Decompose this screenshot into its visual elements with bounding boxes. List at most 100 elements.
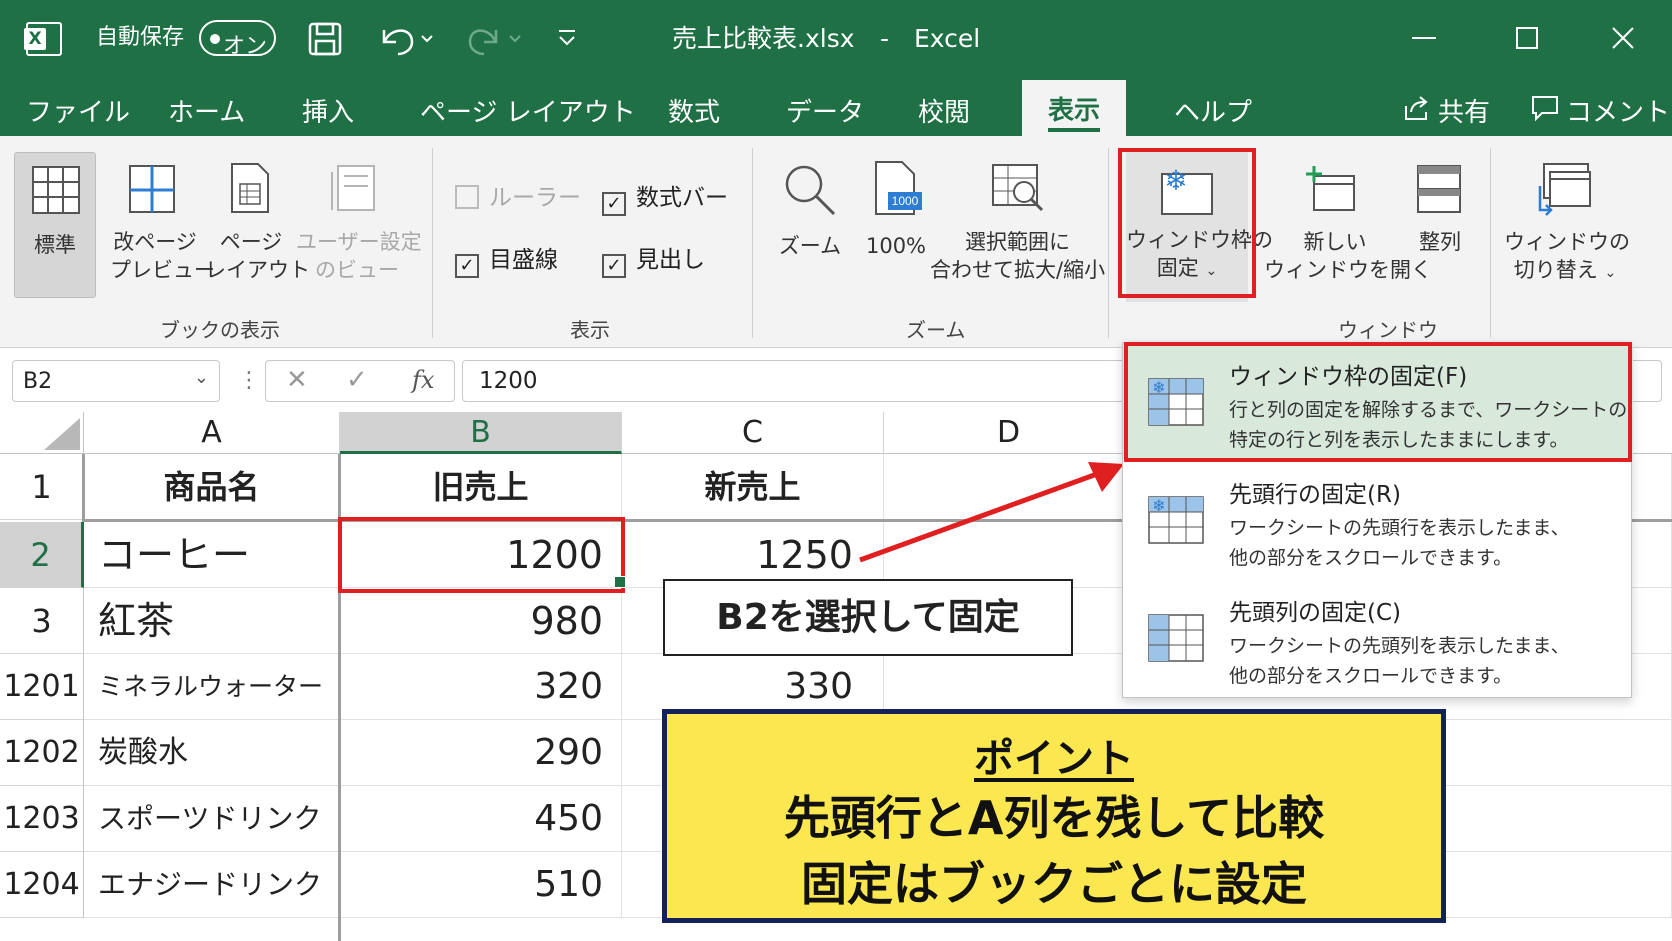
tab-data[interactable]: データ xyxy=(786,92,864,129)
title-separator: - xyxy=(880,24,890,53)
maximize-icon[interactable] xyxy=(1516,27,1538,49)
row-header-3[interactable]: 3 xyxy=(0,588,84,654)
minimize-icon[interactable] xyxy=(1412,36,1436,40)
formula-bar-checkbox[interactable]: ✓ 数式バー xyxy=(602,178,728,216)
menu-item-freeze-first-column-title: 先頭列の固定(C) xyxy=(1229,600,1402,626)
row-header-1204[interactable]: 1204 xyxy=(0,852,84,918)
switch-windows-label-2: 切り替え xyxy=(1513,258,1598,283)
new-window-button[interactable]: 新しいウィンドウを開く xyxy=(1264,228,1432,285)
ribbon-separator xyxy=(1490,148,1491,338)
cell-b1204[interactable]: 510 xyxy=(340,852,622,918)
ribbon-separator xyxy=(752,148,753,338)
tab-insert[interactable]: 挿入 xyxy=(302,92,354,129)
page-layout-button[interactable]: ページ レイアウト xyxy=(205,228,310,285)
cell-a3[interactable]: 紅茶 xyxy=(84,588,340,654)
column-header-a[interactable]: A xyxy=(84,412,340,454)
tab-formulas[interactable]: 数式 xyxy=(668,92,720,129)
tab-view[interactable]: 表示 xyxy=(1022,80,1127,136)
autosave-toggle[interactable]: オン xyxy=(199,20,276,59)
new-window-label-2: ウィンドウを開く xyxy=(1264,258,1432,283)
group-label-show: 表示 xyxy=(570,318,610,342)
formula-buttons: ✕ ✓ fx xyxy=(265,360,455,402)
title-bar: X 自動保存 オン 売上比較表.xlsx - Excel xyxy=(0,0,1672,80)
ruler-checkbox: ルーラー xyxy=(455,178,581,212)
cell-a1[interactable]: 商品名 xyxy=(84,454,340,520)
group-label-zoom: ズーム xyxy=(906,318,966,342)
row-header-1202[interactable]: 1202 xyxy=(0,720,84,786)
tab-help[interactable]: ヘルプ xyxy=(1174,92,1252,129)
new-window-label-1: 新しい xyxy=(1303,230,1367,254)
point-line-1: 先頭行とA列を残して比較 xyxy=(783,791,1325,845)
cell-a1204[interactable]: エナジードリンク xyxy=(84,852,340,918)
share-button[interactable]: 共有 xyxy=(1438,92,1490,129)
chevron-down-icon[interactable]: ⌄ xyxy=(194,367,209,388)
row-header-1201[interactable]: 1201 xyxy=(0,654,84,720)
cell-b1202[interactable]: 290 xyxy=(340,720,622,786)
name-box[interactable]: B2 ⌄ xyxy=(12,360,220,402)
cell-a1203[interactable]: スポーツドリンク xyxy=(84,786,340,852)
point-note: ポイント 先頭行とA列を残して比較 固定はブックごとに設定 xyxy=(662,709,1446,923)
comment-icon[interactable] xyxy=(1530,94,1560,122)
cell-b1[interactable]: 旧売上 xyxy=(340,454,622,520)
cell-b3[interactable]: 980 xyxy=(340,588,622,654)
tab-home[interactable]: ホーム xyxy=(168,92,245,129)
custom-views-button: ユーザー設定 のビュー xyxy=(296,228,422,285)
ribbon-tabs: ファイル ホーム 挿入 ページ レイアウト 数式 データ 校閲 表示 ヘルプ 共… xyxy=(0,80,1672,136)
redo-icon xyxy=(468,29,521,56)
cancel-icon[interactable]: ✕ xyxy=(286,365,308,395)
excel-logo-icon[interactable]: X xyxy=(24,22,62,56)
headings-checkbox[interactable]: ✓ 見出し xyxy=(602,240,705,278)
row-header-divider xyxy=(82,454,85,522)
menu-item-freeze-top-row-desc: ワークシートの先頭行を表示したまま、 他の部分をスクロールできます。 xyxy=(1229,513,1570,574)
select-all-corner[interactable] xyxy=(0,412,84,454)
cell-a2[interactable]: コーヒー xyxy=(84,522,340,588)
row-header-1203[interactable]: 1203 xyxy=(0,786,84,852)
formula-bar-label: 数式バー xyxy=(636,185,728,211)
undo-icon[interactable] xyxy=(378,20,438,56)
more-options-icon[interactable]: ⋮ xyxy=(238,368,260,393)
cell-a1201[interactable]: ミネラルウォーター xyxy=(84,654,340,720)
freeze-first-column-icon xyxy=(1148,614,1204,662)
zoom-to-selection-icon xyxy=(992,164,1044,212)
normal-view-button[interactable]: 標準 xyxy=(14,152,96,298)
freeze-top-row-icon: ❄ xyxy=(1148,496,1204,544)
ribbon-separator xyxy=(432,148,433,338)
customize-toolbar-icon[interactable] xyxy=(556,28,578,48)
freeze-panes-menu-highlight xyxy=(1124,342,1632,462)
zoom-button[interactable]: ズーム xyxy=(770,232,850,260)
menu-item-freeze-top-row[interactable]: ❄ 先頭行の固定(R) ワークシートの先頭行を表示したまま、 他の部分をスクロール… xyxy=(1123,461,1633,577)
insert-function-icon[interactable]: fx xyxy=(412,366,434,394)
zoom-selection-label-2: 合わせて拡大/縮小 xyxy=(930,258,1106,283)
page-break-preview-icon xyxy=(129,165,175,213)
gridlines-label: 目盛線 xyxy=(489,247,558,273)
tab-file[interactable]: ファイル xyxy=(26,92,130,129)
zoom-to-selection-button[interactable]: 選択範囲に 合わせて拡大/縮小 xyxy=(930,228,1105,285)
gridlines-checkbox[interactable]: ✓ 目盛線 xyxy=(455,240,558,278)
custom-views-icon xyxy=(331,165,375,211)
comment-button[interactable]: コメント xyxy=(1566,92,1670,129)
ruler-label: ルーラー xyxy=(489,185,581,211)
menu-item-freeze-top-row-title: 先頭行の固定(R) xyxy=(1229,482,1401,508)
zoom-100-button[interactable]: 100% xyxy=(856,232,936,260)
cell-b1201[interactable]: 320 xyxy=(340,654,622,720)
row-header-1[interactable]: 1 xyxy=(0,454,84,520)
tab-page-layout[interactable]: ページ レイアウト xyxy=(420,92,636,129)
page-break-preview-button[interactable]: 改ページ プレビュー xyxy=(110,228,215,285)
menu-item-freeze-first-column[interactable]: 先頭列の固定(C) ワークシートの先頭列を表示したまま、 他の部分をスクロールでき… xyxy=(1123,579,1633,695)
cell-a1202[interactable]: 炭酸水 xyxy=(84,720,340,786)
group-label-book-view: ブックの表示 xyxy=(160,318,280,342)
row-header-2[interactable]: 2 xyxy=(0,522,84,588)
point-title: ポイント xyxy=(974,736,1134,782)
save-icon[interactable] xyxy=(308,22,342,56)
share-icon[interactable] xyxy=(1402,94,1430,122)
column-header-c[interactable]: C xyxy=(622,412,884,454)
switch-windows-button[interactable]: ウィンドウの 切り替え ⌄ xyxy=(1504,228,1630,285)
cell-b1203[interactable]: 450 xyxy=(340,786,622,852)
fill-handle[interactable] xyxy=(614,576,626,588)
column-header-b[interactable]: B xyxy=(340,412,622,454)
arrange-all-button[interactable]: 整列 xyxy=(1400,228,1480,256)
tab-review[interactable]: 校閲 xyxy=(918,92,970,129)
enter-icon[interactable]: ✓ xyxy=(346,365,368,395)
column-header-d[interactable]: D xyxy=(884,412,1134,454)
close-icon[interactable] xyxy=(1612,27,1634,49)
